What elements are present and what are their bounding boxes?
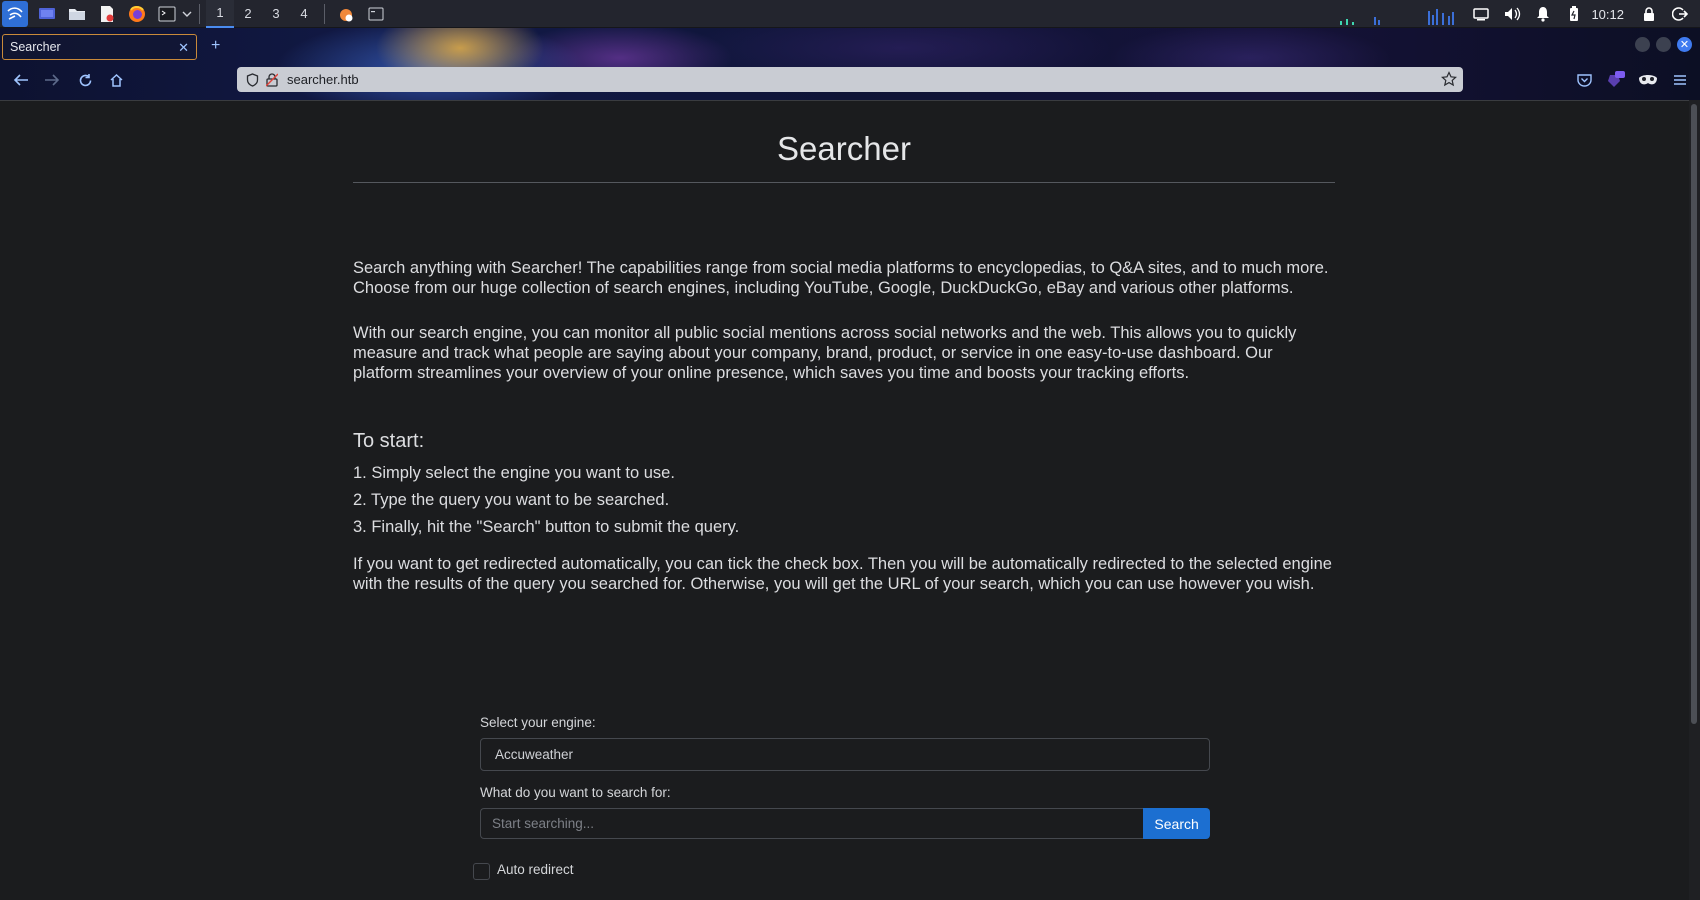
clock: 10:12: [1591, 6, 1624, 22]
content-container: Searcher Search anything with Searcher! …: [353, 101, 1335, 594]
minimize-button[interactable]: [1635, 37, 1650, 52]
tab-title: Searcher: [10, 40, 61, 54]
kali-menu-icon[interactable]: [2, 0, 28, 27]
workspace-label: 4: [300, 6, 308, 21]
file-manager-icon[interactable]: [66, 3, 88, 25]
search-input-group: Start searching... Search: [480, 808, 1210, 839]
redirect-info-paragraph: If you want to get redirected automatica…: [353, 555, 1332, 593]
intro-paragraph-1: Search anything with Searcher! The capab…: [353, 259, 1329, 297]
terminal-icon[interactable]: [156, 3, 178, 25]
workspace-2[interactable]: 2: [234, 0, 262, 28]
auto-redirect-checkbox[interactable]: [473, 863, 490, 880]
search-placeholder: Start searching...: [492, 816, 595, 831]
intro-paragraph-2: With our search engine, you can monitor …: [353, 324, 1297, 382]
home-icon[interactable]: [104, 68, 128, 92]
new-tab-icon[interactable]: +: [211, 37, 220, 55]
auto-redirect-option: Auto redirect: [473, 859, 574, 880]
browser-tab[interactable]: Searcher ✕: [2, 34, 197, 60]
engine-select[interactable]: Accuweather: [480, 738, 1210, 771]
workspace-label: 1: [216, 5, 224, 20]
bookmark-star-icon[interactable]: [1441, 71, 1457, 92]
window-task-icon[interactable]: [365, 3, 387, 25]
logout-icon[interactable]: [1669, 3, 1691, 25]
list-item: 2. Type the query you want to be searche…: [353, 491, 670, 509]
page-title: Searcher: [777, 130, 911, 167]
text-editor-icon[interactable]: [96, 3, 118, 25]
lock-icon[interactable]: [1638, 3, 1660, 25]
auto-redirect-label[interactable]: Auto redirect: [497, 862, 574, 877]
url-text: searcher.htb: [287, 72, 359, 87]
maximize-button[interactable]: [1656, 37, 1671, 52]
display-icon[interactable]: [1470, 3, 1492, 25]
workspace-1[interactable]: 1: [206, 0, 234, 28]
cpu-graph: [1338, 3, 1458, 25]
workspace-label: 2: [244, 6, 252, 21]
query-label: What do you want to search for:: [480, 785, 671, 800]
browser-chrome: Searcher ✕ + ✕ searcher.htb: [0, 28, 1700, 100]
navigation-toolbar: searcher.htb: [0, 64, 1700, 96]
firefox-icon[interactable]: [126, 3, 148, 25]
page-scrollbar[interactable]: [1689, 100, 1700, 900]
page-viewport: Searcher Search anything with Searcher! …: [0, 100, 1689, 900]
chevron-down-icon[interactable]: [181, 3, 193, 25]
search-form: Select your engine: Accuweather What do …: [473, 715, 1210, 880]
title-divider: [353, 182, 1335, 183]
os-taskbar: 1 2 3 4 10:12: [0, 0, 1700, 28]
search-button[interactable]: Search: [1143, 808, 1210, 839]
window-controls: ✕: [1635, 37, 1692, 52]
extension-badge-icon[interactable]: [1604, 68, 1628, 92]
start-heading: To start:: [353, 430, 425, 452]
close-icon[interactable]: ✕: [178, 40, 189, 56]
battery-icon[interactable]: [1563, 3, 1585, 25]
taskbar-divider: [199, 3, 200, 24]
toolbar-extensions: [1572, 68, 1700, 92]
hamburger-menu-icon[interactable]: [1668, 68, 1692, 92]
list-item: 1. Simply select the engine you want to …: [353, 464, 675, 482]
url-bar[interactable]: searcher.htb: [237, 67, 1463, 92]
back-arrow-icon[interactable]: [9, 68, 33, 92]
workspace-4[interactable]: 4: [290, 0, 318, 28]
steps-list: 1. Simply select the engine you want to …: [353, 460, 1335, 541]
engine-selected-value: Accuweather: [495, 747, 574, 762]
forward-arrow-icon[interactable]: [40, 68, 64, 92]
insecure-lock-icon[interactable]: [265, 72, 279, 87]
volume-icon[interactable]: [1501, 3, 1523, 25]
engine-label: Select your engine:: [480, 715, 596, 730]
reload-icon[interactable]: [73, 68, 97, 92]
taskbar-divider: [324, 3, 325, 24]
workspace-3[interactable]: 3: [262, 0, 290, 28]
scrollbar-thumb[interactable]: [1691, 104, 1697, 724]
shield-icon[interactable]: [245, 72, 259, 87]
window-close-button[interactable]: ✕: [1677, 37, 1692, 52]
desktop-icon[interactable]: [36, 3, 58, 25]
notification-bell-icon[interactable]: [1532, 3, 1554, 25]
workspace-label: 3: [272, 6, 280, 21]
pocket-icon[interactable]: [1572, 68, 1596, 92]
burp-task-icon[interactable]: [335, 3, 357, 25]
private-mask-icon[interactable]: [1636, 68, 1660, 92]
search-input[interactable]: Start searching...: [480, 808, 1144, 839]
list-item: 3. Finally, hit the "Search" button to s…: [353, 518, 740, 536]
